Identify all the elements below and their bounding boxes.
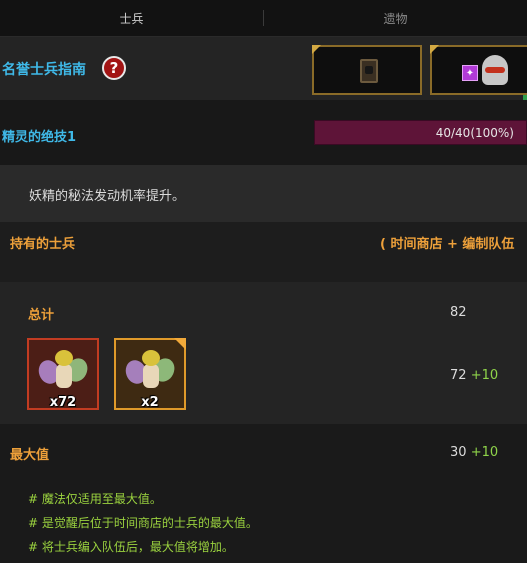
owned-source-note: ( 时间商店 + 编制队伍 bbox=[380, 237, 515, 252]
soldier-helmet-icon bbox=[482, 55, 508, 85]
skill-description-row: 妖精的秘法发动机率提升。 bbox=[0, 165, 527, 222]
notes-block: # 魔法仅适用至最大值。 # 是觉醒后位于时间商店的士兵的最大值。 # 将士兵编… bbox=[0, 482, 527, 563]
skill-description: 妖精的秘法发动机率提升。 bbox=[29, 189, 186, 204]
skill-progress-bar: 40/40(100%) bbox=[314, 120, 527, 145]
fairy-icon bbox=[35, 346, 92, 396]
unit-count: x72 bbox=[49, 395, 77, 410]
skill-name: 精灵的绝技1 bbox=[2, 130, 77, 145]
note-line: # 魔法仅适用至最大值。 bbox=[28, 492, 162, 506]
unit-count: x2 bbox=[141, 395, 159, 410]
total-label: 总计 bbox=[28, 308, 55, 323]
combined-bonus: +10 bbox=[470, 368, 499, 383]
book-icon bbox=[360, 59, 378, 83]
max-row: 最大值 30 +10 bbox=[0, 424, 527, 482]
magic-sparkle-icon: ✦ bbox=[462, 65, 478, 81]
guide-book-button[interactable] bbox=[312, 45, 422, 95]
max-label: 最大值 bbox=[10, 448, 50, 463]
guide-row: 名誉士兵指南 ? ✦ bbox=[0, 37, 527, 105]
tab-soldiers[interactable]: 士兵 bbox=[0, 0, 263, 36]
awakened-fairy-unit-card[interactable]: x2 bbox=[114, 338, 186, 410]
note-line: # 是觉醒后位于时间商店的士兵的最大值。 bbox=[28, 516, 258, 530]
owned-soldiers-title: 持有的士兵 bbox=[10, 237, 76, 252]
corner-decoration bbox=[430, 45, 439, 54]
total-block: 总计 82 x72 x2 72 +10 bbox=[0, 282, 527, 424]
guide-title: 名誉士兵指南 bbox=[2, 62, 86, 78]
soldier-portrait-button[interactable]: ✦ bbox=[430, 45, 527, 95]
max-value: 30 +10 bbox=[450, 445, 498, 460]
awakened-fairy-icon bbox=[122, 346, 179, 396]
tab-relics[interactable]: 遗物 bbox=[264, 0, 527, 36]
skill-row: 精灵的绝技1 40/40(100%) bbox=[0, 100, 527, 165]
corner-decoration bbox=[312, 45, 321, 54]
skill-progress-text: 40/40(100%) bbox=[435, 126, 514, 140]
max-bonus: +10 bbox=[470, 445, 499, 460]
combined-base: 72 bbox=[450, 368, 467, 383]
help-icon[interactable]: ? bbox=[102, 56, 126, 80]
note-line: # 将士兵编入队伍后，最大值将增加。 bbox=[28, 540, 234, 554]
max-base: 30 bbox=[450, 445, 467, 460]
combined-value: 72 +10 bbox=[450, 368, 498, 383]
total-value: 82 bbox=[450, 305, 467, 320]
tab-bar: 士兵 遗物 bbox=[0, 0, 527, 37]
owned-soldiers-header: 持有的士兵 ( 时间商店 + 编制队伍 bbox=[0, 222, 527, 282]
fairy-unit-card[interactable]: x72 bbox=[27, 338, 99, 410]
